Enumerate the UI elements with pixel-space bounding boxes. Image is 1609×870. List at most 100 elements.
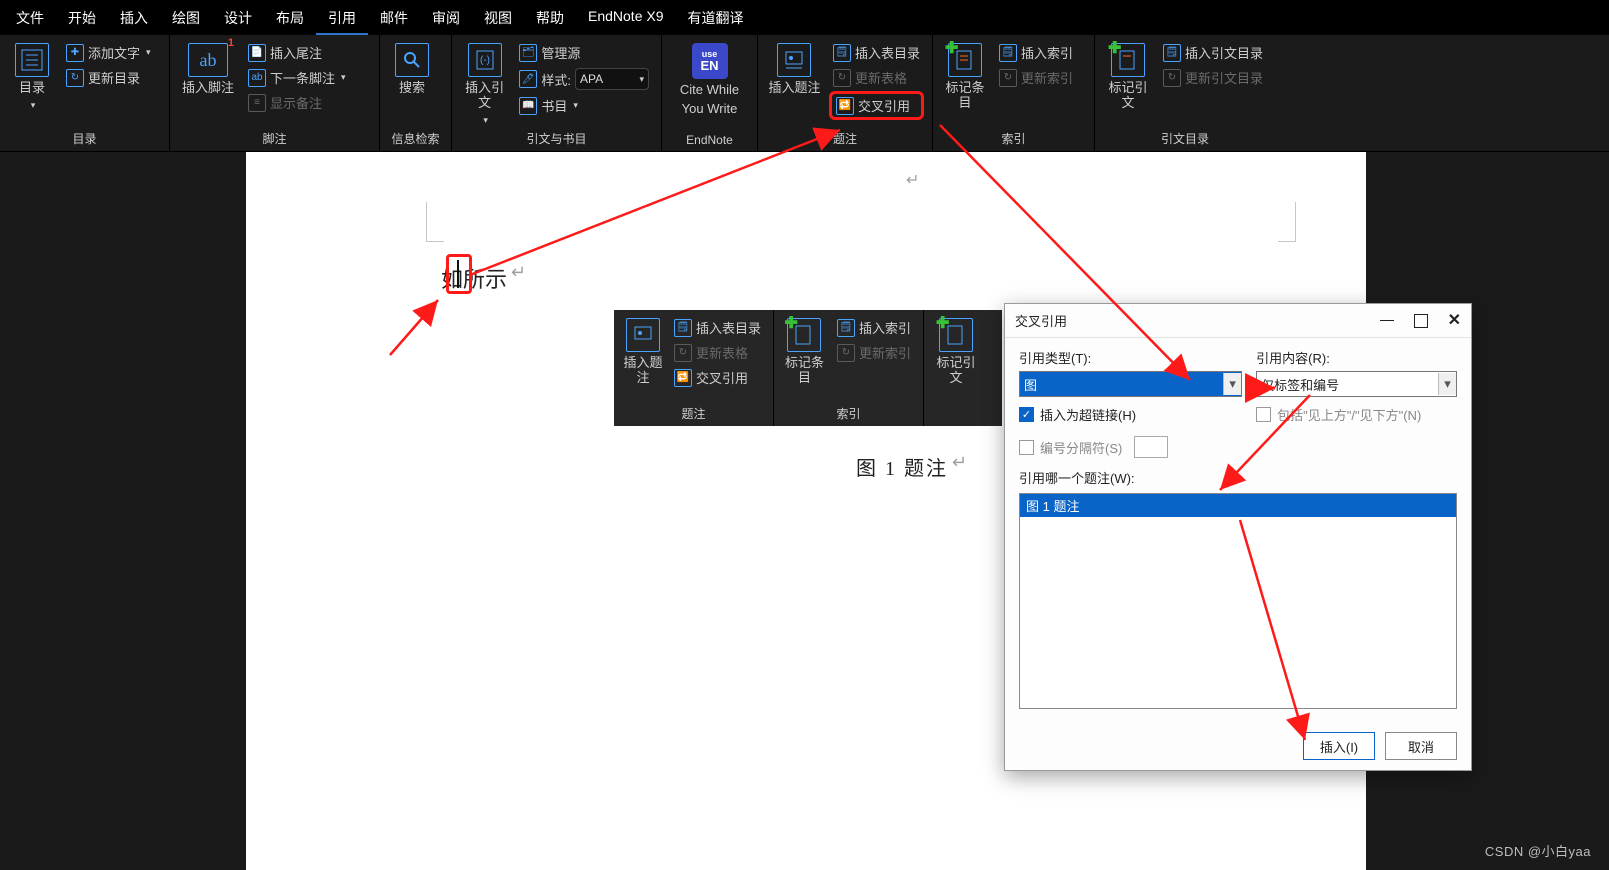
insert-caption-button[interactable]: 插入题注 — [766, 41, 823, 96]
group-footnote: ab 1 插入脚注 📄 插入尾注 ab 下一条脚注▾ ≡ 显示备注 — [170, 35, 380, 151]
watermark: CSDN @小白yaa — [1485, 841, 1591, 860]
add-text-button[interactable]: ✚ 添加文字▾ — [62, 41, 155, 64]
style-row: 🖊 样式: APA ▾ — [515, 66, 653, 92]
cross-reference-button[interactable]: 🔁 交叉引用 — [829, 91, 924, 120]
group-title-caption: 题注 — [766, 128, 924, 151]
insert-endnote-button[interactable]: 📄 插入尾注 — [244, 41, 350, 64]
endnote-icon: use EN — [692, 43, 728, 79]
minimize-icon[interactable] — [1380, 320, 1394, 321]
cross-reference-icon: 🔁 — [836, 97, 854, 115]
menu-item-7[interactable]: 邮件 — [368, 0, 420, 35]
cancel-button[interactable]: 取消 — [1385, 732, 1457, 760]
include-above-below-checkbox: ✓ 包括"见上方"/"见下方"(N) — [1256, 405, 1457, 424]
show-notes-icon: ≡ — [248, 94, 266, 112]
insert-button[interactable]: 插入(I) — [1303, 732, 1375, 760]
mark-citation-button[interactable]: ✚ 标记引文 — [1103, 41, 1153, 111]
menu-item-5[interactable]: 布局 — [264, 0, 316, 35]
figure-caption: 图 1 题注↵ — [856, 452, 969, 481]
checkbox-empty-icon: ✓ — [1019, 440, 1034, 455]
ref-content-combo[interactable]: 仅标签和编号 ▾ — [1256, 371, 1457, 397]
menu-item-0[interactable]: 文件 — [4, 0, 56, 35]
menu-item-3[interactable]: 绘图 — [160, 0, 212, 35]
update-toa-icon: ↻ — [1163, 69, 1181, 87]
group-citation: (-) 插入引文▾ 🗂 管理源 🖊 样式: APA ▾ — [452, 35, 662, 151]
group-title-index: 索引 — [941, 128, 1086, 151]
search-icon — [395, 43, 429, 77]
update-index-button[interactable]: ↻ 更新索引 — [995, 66, 1077, 89]
checkbox-empty-icon: ✓ — [1256, 407, 1271, 422]
next-footnote-icon: ab — [248, 69, 266, 87]
mark-entry-button[interactable]: ✚ 标记条目 — [941, 41, 989, 111]
menu-item-10[interactable]: 帮助 — [524, 0, 576, 35]
group-toa: ✚ 标记引文 🗒 插入引文目录 ↻ 更新引文目录 引文目录 — [1095, 35, 1275, 151]
insert-index-icon: 🗒 — [999, 44, 1017, 62]
menu-item-2[interactable]: 插入 — [108, 0, 160, 35]
update-toc-button[interactable]: ↻ 更新目录 — [62, 66, 155, 89]
group-title-footnote: 脚注 — [178, 128, 371, 151]
search-button[interactable]: 搜索 — [388, 41, 436, 96]
group-title-citation: 引文与书目 — [460, 128, 653, 151]
maximize-icon[interactable] — [1414, 314, 1428, 328]
chevron-down-icon: ▾ — [31, 100, 36, 110]
page-margin-corner — [426, 202, 444, 242]
update-index-icon: ↻ — [999, 69, 1017, 87]
menu-item-1[interactable]: 开始 — [56, 0, 108, 35]
show-notes-button[interactable]: ≡ 显示备注 — [244, 91, 350, 114]
menu-item-11[interactable]: EndNote X9 — [576, 0, 676, 35]
insert-caption-button-2[interactable]: 插入题注 — [622, 316, 664, 386]
toc-icon — [15, 43, 49, 77]
cite-while-you-write-button[interactable]: use EN Cite While You Write — [670, 41, 749, 117]
next-footnote-button[interactable]: ab 下一条脚注▾ — [244, 66, 350, 89]
paragraph-mark: ↵ — [906, 170, 919, 190]
menu-item-9[interactable]: 视图 — [472, 0, 524, 35]
group-index: ✚ 标记条目 🗒 插入索引 ↻ 更新索引 索引 — [933, 35, 1095, 151]
separator-checkbox: ✓ 编号分隔符(S) — [1019, 436, 1242, 458]
menu-item-8[interactable]: 审阅 — [420, 0, 472, 35]
menubar: 文件开始插入绘图设计布局引用邮件审阅视图帮助EndNote X9有道翻译 — [0, 0, 1609, 35]
bibliography-button[interactable]: 📖 书目▾ — [515, 94, 653, 117]
dialog-titlebar[interactable]: 交叉引用 ✕ — [1005, 304, 1471, 338]
insert-citation-icon: (-) — [468, 43, 502, 77]
toc-button[interactable]: 目录 ▾ — [8, 41, 56, 110]
bibliography-icon: 📖 — [519, 97, 537, 115]
menu-item-4[interactable]: 设计 — [212, 0, 264, 35]
update-tof-button[interactable]: ↻ 更新表格 — [829, 66, 924, 89]
update-toa-button[interactable]: ↻ 更新引文目录 — [1159, 66, 1267, 89]
insert-caption-icon — [777, 43, 811, 77]
insert-index-button[interactable]: 🗒 插入索引 — [995, 41, 1077, 64]
menu-item-12[interactable]: 有道翻译 — [676, 0, 756, 35]
caption-listbox[interactable]: 图 1 题注 — [1019, 493, 1457, 709]
group-title-toc: 目录 — [8, 128, 161, 151]
cross-reference-dialog: 交叉引用 ✕ 引用类型(T): 图 ▾ 引用内容(R): 仅标签和编号 ▾ — [1004, 303, 1472, 771]
update-index-button-2[interactable]: ↻更新索引 — [833, 341, 915, 364]
style-icon: 🖊 — [519, 70, 537, 88]
insert-toa-button[interactable]: 🗒 插入引文目录 — [1159, 41, 1267, 64]
insert-citation-button[interactable]: (-) 插入引文▾ — [460, 41, 509, 125]
group-toc: 目录 ▾ ✚ 添加文字▾ ↻ 更新目录 目录 — [0, 35, 170, 151]
ref-type-combo[interactable]: 图 ▾ — [1019, 371, 1242, 397]
group-title-toa: 引文目录 — [1103, 128, 1267, 151]
mark-entry-button-2[interactable]: ✚ 标记条目 — [782, 316, 827, 386]
insert-tof-button[interactable]: 🗒 插入表目录 — [829, 41, 924, 64]
insert-index-button-2[interactable]: 🗒插入索引 — [833, 316, 915, 339]
add-text-icon: ✚ — [66, 44, 84, 62]
update-tof-button-2[interactable]: ↻更新表格 — [670, 341, 765, 364]
menu-item-6[interactable]: 引用 — [316, 0, 368, 35]
insert-hyperlink-checkbox[interactable]: ✓ 插入为超链接(H) — [1019, 405, 1242, 424]
mark-citation-icon: ✚ — [1111, 43, 1145, 77]
cross-reference-button-2[interactable]: 🔁交叉引用 — [670, 366, 765, 389]
group-title-endnote: EndNote — [670, 131, 749, 151]
insert-footnote-icon: ab — [188, 43, 228, 77]
update-toc-icon: ↻ — [66, 69, 84, 87]
insert-endnote-icon: 📄 — [248, 44, 266, 62]
chevron-down-icon: ▾ — [1223, 373, 1241, 395]
mark-citation-button-2[interactable]: ✚ 标记引文 — [932, 316, 980, 386]
manage-sources-button[interactable]: 🗂 管理源 — [515, 41, 653, 64]
insert-tof-button-2[interactable]: 🗒插入表目录 — [670, 316, 765, 339]
close-icon[interactable]: ✕ — [1448, 314, 1461, 328]
insert-footnote-button[interactable]: ab 1 插入脚注 — [178, 41, 238, 96]
dialog-title-text: 交叉引用 — [1015, 311, 1067, 330]
style-select[interactable]: APA ▾ — [575, 68, 649, 90]
list-item[interactable]: 图 1 题注 — [1020, 494, 1456, 517]
mark-entry-icon: ✚ — [948, 43, 982, 77]
